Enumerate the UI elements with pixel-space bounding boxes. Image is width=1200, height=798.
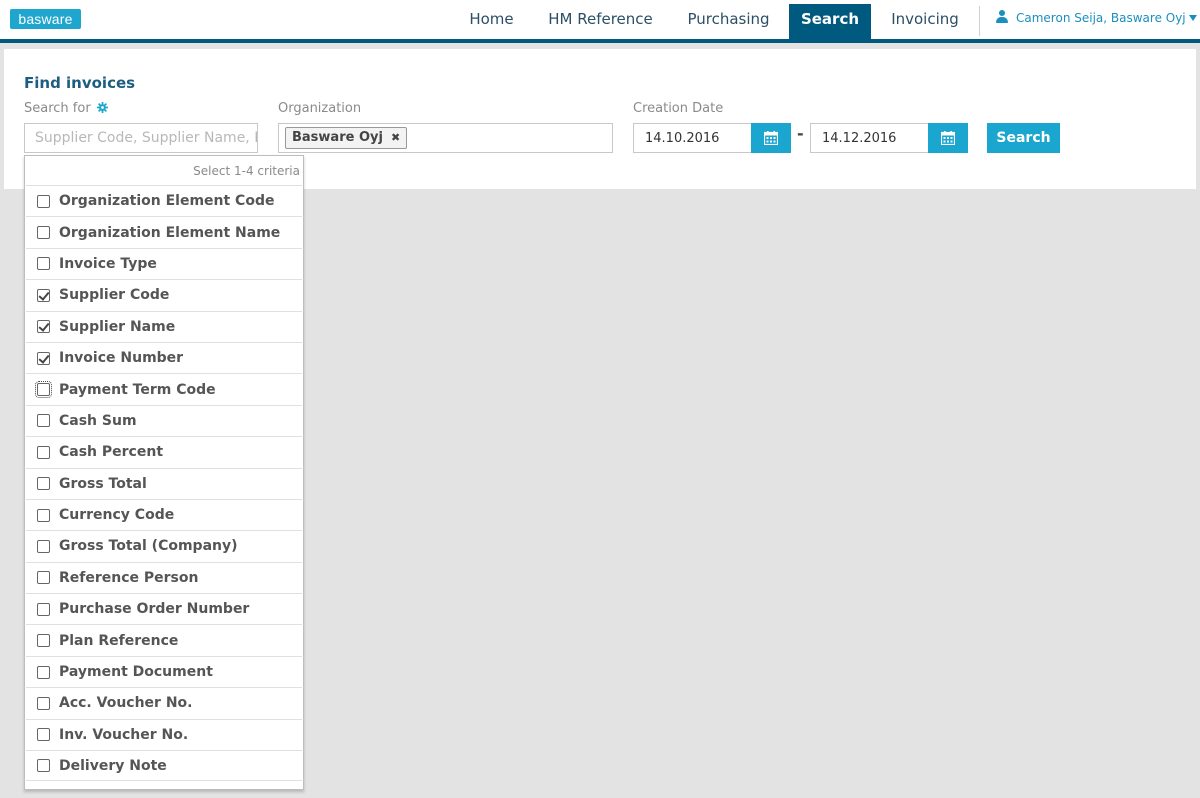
criteria-option[interactable]: Currency Code [26, 498, 302, 530]
organization-tag-label: Basware Oyj [292, 130, 383, 145]
calendar-icon [764, 131, 778, 145]
date-range-separator: - [797, 124, 804, 143]
date-from-input[interactable]: 14.10.2016 [633, 123, 752, 153]
user-name: Cameron Seija, Basware Oyj [1016, 11, 1186, 25]
criteria-option-label: Acc. Voucher No. [59, 695, 193, 712]
gear-icon[interactable] [96, 102, 108, 113]
criteria-option-label: Supplier Name [59, 318, 176, 335]
search-for-label: Search for [24, 101, 108, 116]
criteria-checkbox[interactable] [37, 445, 50, 459]
criteria-checkbox[interactable] [37, 634, 50, 648]
page-title: Find invoices [24, 74, 136, 92]
user-icon [996, 10, 1008, 24]
date-to-calendar-button[interactable] [928, 123, 968, 153]
criteria-checkbox[interactable] [37, 320, 50, 334]
nav-invoicing[interactable]: Invoicing [879, 0, 971, 39]
criteria-checkbox[interactable] [37, 257, 50, 271]
criteria-option-label: Gross Total [59, 475, 147, 492]
criteria-checkbox[interactable] [37, 728, 50, 742]
criteria-option-label: Invoice Number [59, 350, 184, 367]
top-bar-accent-line [0, 39, 1200, 43]
criteria-option[interactable]: Purchase Order Number [26, 593, 302, 624]
criteria-option-label: Plan Reference [59, 632, 179, 649]
basware-logo[interactable]: basware [10, 9, 81, 29]
criteria-option[interactable]: Payment Term Code [26, 373, 302, 404]
nav-purchasing[interactable]: Purchasing [674, 0, 783, 39]
date-to-input[interactable]: 14.12.2016 [810, 123, 929, 153]
criteria-checkbox[interactable] [37, 539, 50, 553]
criteria-option-label: Purchase Order Number [59, 601, 250, 618]
nav-search[interactable]: Search [789, 4, 871, 39]
criteria-option[interactable]: Gross Total [26, 467, 302, 499]
search-criteria-dropdown: Select 1-4 criteria Organization Element… [24, 155, 304, 790]
criteria-option-label: Delivery Note [59, 757, 167, 774]
criteria-checkbox[interactable] [37, 414, 50, 428]
organization-input[interactable]: Basware Oyj ✖ [278, 123, 613, 153]
criteria-option[interactable]: Supplier Code [26, 279, 302, 310]
criteria-option[interactable]: Payment Document [26, 655, 302, 687]
criteria-checkbox[interactable] [35, 381, 52, 399]
criteria-option[interactable]: Cash Percent [26, 436, 302, 467]
criteria-checkbox[interactable] [37, 351, 50, 365]
calendar-icon [941, 131, 955, 145]
criteria-checkbox[interactable] [37, 696, 50, 710]
criteria-option-label: Organization Element Code [59, 193, 275, 210]
criteria-option-label: Cash Sum [59, 412, 137, 429]
criteria-option-label: Invoice Type [59, 255, 157, 272]
criteria-option-label: Organization Element Name [59, 224, 281, 241]
creation-date-label: Creation Date [633, 101, 724, 116]
criteria-checkbox[interactable] [37, 571, 50, 585]
criteria-option[interactable]: Delivery Note [26, 750, 302, 782]
criteria-option[interactable]: Invoice Number [26, 341, 302, 373]
criteria-option-label: Inv. Voucher No. [59, 726, 189, 743]
search-input-placeholder: Supplier Code, Supplier Name, Invoice Nu… [35, 130, 258, 146]
criteria-checkbox[interactable] [37, 288, 50, 302]
criteria-option[interactable]: Acc. Voucher No. [26, 687, 302, 718]
criteria-option-label: Reference Person [59, 569, 199, 586]
close-icon[interactable]: ✖ [391, 131, 400, 144]
organization-label: Organization [278, 101, 362, 116]
criteria-option[interactable]: Organization Element Code [26, 185, 302, 216]
criteria-option[interactable]: Gross Total (Company) [26, 530, 302, 561]
criteria-checkbox[interactable] [37, 508, 50, 522]
criteria-hint: Select 1-4 criteria [193, 164, 300, 178]
criteria-option-label: Currency Code [59, 507, 175, 524]
criteria-checkbox[interactable] [37, 665, 50, 679]
criteria-option[interactable]: Invoice Type [26, 247, 302, 279]
search-input[interactable]: Supplier Code, Supplier Name, Invoice Nu… [24, 123, 258, 153]
top-bar: basware Home HM Reference Purchasing Sea… [0, 0, 1200, 39]
nav-divider [979, 6, 980, 36]
organization-tag: Basware Oyj ✖ [285, 127, 408, 149]
nav-hm-reference[interactable]: HM Reference [535, 0, 666, 39]
criteria-option[interactable]: Plan Reference [26, 624, 302, 655]
nav-home[interactable]: Home [455, 0, 528, 39]
criteria-option-label: Cash Percent [59, 444, 164, 461]
criteria-option[interactable]: Reference Person [26, 561, 302, 593]
chevron-down-icon [1188, 15, 1197, 21]
criteria-option-label: Payment Term Code [59, 381, 216, 398]
criteria-checkbox[interactable] [37, 226, 50, 240]
criteria-checkbox[interactable] [37, 602, 50, 616]
criteria-option[interactable]: Organization Element Name [26, 216, 302, 247]
criteria-option-label: Supplier Code [59, 287, 170, 304]
search-for-label-text: Search for [24, 101, 91, 116]
criteria-option[interactable]: Inv. Voucher No. [26, 718, 302, 750]
criteria-option[interactable]: Supplier Name [26, 310, 302, 342]
date-from-calendar-button[interactable] [751, 123, 791, 153]
search-button[interactable]: Search [987, 123, 1060, 153]
criteria-checkbox[interactable] [37, 477, 50, 491]
user-menu[interactable]: Cameron Seija, Basware Oyj [996, 0, 1197, 39]
criteria-option-label: Gross Total (Company) [59, 538, 238, 555]
criteria-option-label: Payment Document [59, 664, 213, 681]
criteria-checkbox[interactable] [37, 759, 50, 773]
criteria-checkbox[interactable] [37, 194, 50, 208]
criteria-option[interactable]: Cash Sum [26, 404, 302, 436]
criteria-option-list: Organization Element Code Organization El… [26, 185, 302, 782]
